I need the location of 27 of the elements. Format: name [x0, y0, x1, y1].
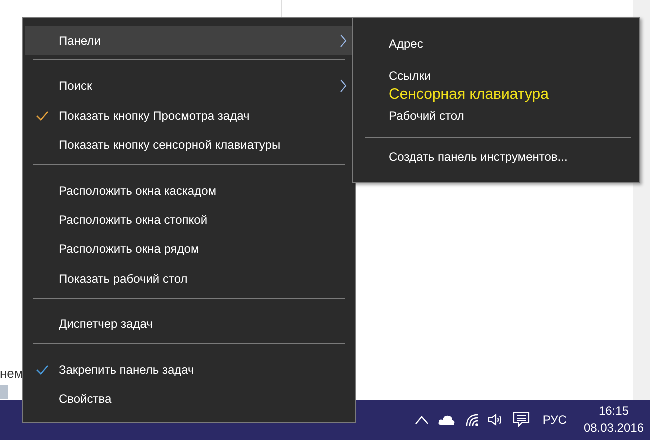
menu-item[interactable]: Адрес	[353, 33, 639, 55]
menu-item[interactable]: Показать кнопку Просмотра задач	[25, 100, 353, 130]
thumbnail-icon	[0, 385, 8, 399]
menu-item[interactable]: Расположить окна каскадом	[25, 176, 353, 206]
menu-item[interactable]: Показать рабочий стол	[25, 264, 353, 294]
menu-item[interactable]: Поиск	[25, 71, 353, 101]
chevron-right-icon	[340, 79, 347, 94]
wifi-icon[interactable]	[464, 413, 479, 427]
menu-item[interactable]: Создать панель инструментов...	[353, 146, 639, 168]
menu-item[interactable]: Панели	[25, 26, 353, 56]
menu-item[interactable]: Ссылки	[353, 65, 639, 87]
menu-item[interactable]: Показать кнопку сенсорной клавиатуры	[25, 130, 353, 160]
menu-item[interactable]: Рабочий стол	[353, 105, 639, 127]
menu-item[interactable]: Диспетчер задач	[25, 310, 353, 340]
notification-icon[interactable]	[512, 412, 530, 428]
language-indicator[interactable]: РУС	[542, 413, 567, 427]
menu-item[interactable]: Расположить окна рядом	[25, 234, 353, 264]
clock-date[interactable]: 08.03.2016	[584, 420, 644, 437]
menu-item[interactable]: Свойства	[25, 384, 353, 414]
speaker-icon[interactable]	[488, 413, 504, 427]
clock-time[interactable]: 16:15	[598, 403, 629, 420]
menu-item[interactable]: Расположить окна стопкой	[25, 205, 353, 235]
chevron-right-icon	[340, 34, 347, 48]
menu-item[interactable]: Закрепить панель задач	[25, 355, 353, 385]
callout-label: Сенсорная клавиатура	[388, 87, 550, 105]
cloud-icon[interactable]	[438, 414, 456, 426]
chevron-up-icon[interactable]	[414, 415, 429, 425]
